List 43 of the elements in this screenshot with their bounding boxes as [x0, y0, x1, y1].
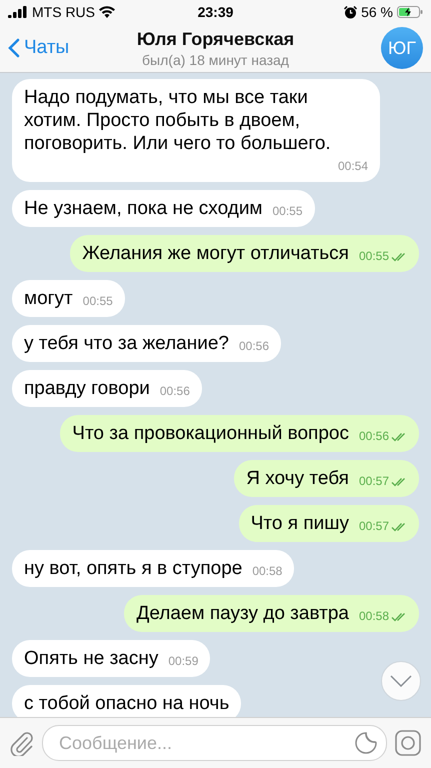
signal-icon	[8, 6, 28, 18]
outgoing-message: Что за провокационный вопрос 00:56	[60, 415, 419, 452]
message-time: 00:55	[358, 248, 389, 265]
message-time: 00:56	[160, 383, 190, 400]
message-time: 00:55	[82, 293, 113, 310]
message-time: 00:55	[272, 203, 303, 220]
incoming-message: с тобой опасно на ночь	[12, 685, 242, 717]
message-time: 00:59	[168, 653, 198, 670]
clock-time: 23:39	[198, 4, 234, 20]
camera-icon[interactable]	[395, 730, 421, 756]
battery-icon	[397, 6, 423, 18]
incoming-message: Опять не засну 00:59	[12, 640, 210, 677]
scroll-down-button[interactable]	[381, 661, 421, 701]
chevron-down-icon	[390, 675, 412, 687]
outgoing-message: Делаем паузу до завтра 00:58	[124, 595, 419, 632]
incoming-message: Не узнаем, пока не сходим 00:55	[12, 190, 315, 227]
message-time: 00:57	[358, 473, 389, 490]
message-field[interactable]: Сообщение...	[42, 725, 387, 761]
avatar[interactable]: ЮГ	[381, 27, 423, 69]
message-time: 00:58	[358, 608, 389, 625]
battery-percent: 56 %	[361, 4, 393, 20]
incoming-message: ну вот, опять я в ступоре 00:58	[12, 550, 294, 587]
message-time: 00:56	[358, 428, 389, 445]
incoming-message: могут 00:55	[12, 280, 125, 317]
outgoing-message: Что я пишу 00:57	[238, 505, 419, 542]
chat-title: Юля Горячевская	[136, 28, 294, 50]
last-seen-status: был(а) 18 минут назад	[142, 52, 289, 68]
chevron-left-icon	[8, 38, 20, 58]
wifi-icon	[99, 6, 115, 18]
message-time: 00:56	[238, 338, 270, 355]
carrier-name: MTS RUS	[32, 4, 95, 20]
sticker-icon[interactable]	[354, 731, 378, 755]
message-time: 00:58	[252, 563, 282, 580]
paperclip-icon[interactable]	[10, 730, 34, 756]
alarm-icon	[344, 6, 358, 18]
message-time: 00:57	[358, 518, 389, 535]
outgoing-message: Желания же могут отличаться 00:55	[70, 235, 419, 272]
incoming-message: Надо подумать, что мы все таки хотим. Просто побыть в двоем, поговорить. Или чего то большего. 00:54	[12, 79, 380, 182]
outgoing-message: Я хочу тебя 00:57	[234, 460, 419, 497]
incoming-message: правду говори 00:56	[12, 370, 202, 407]
incoming-message: у тебя что за желание? 00:56	[12, 325, 282, 362]
message-time: 00:54	[338, 158, 368, 175]
back-link[interactable]: Чаты	[8, 37, 108, 59]
